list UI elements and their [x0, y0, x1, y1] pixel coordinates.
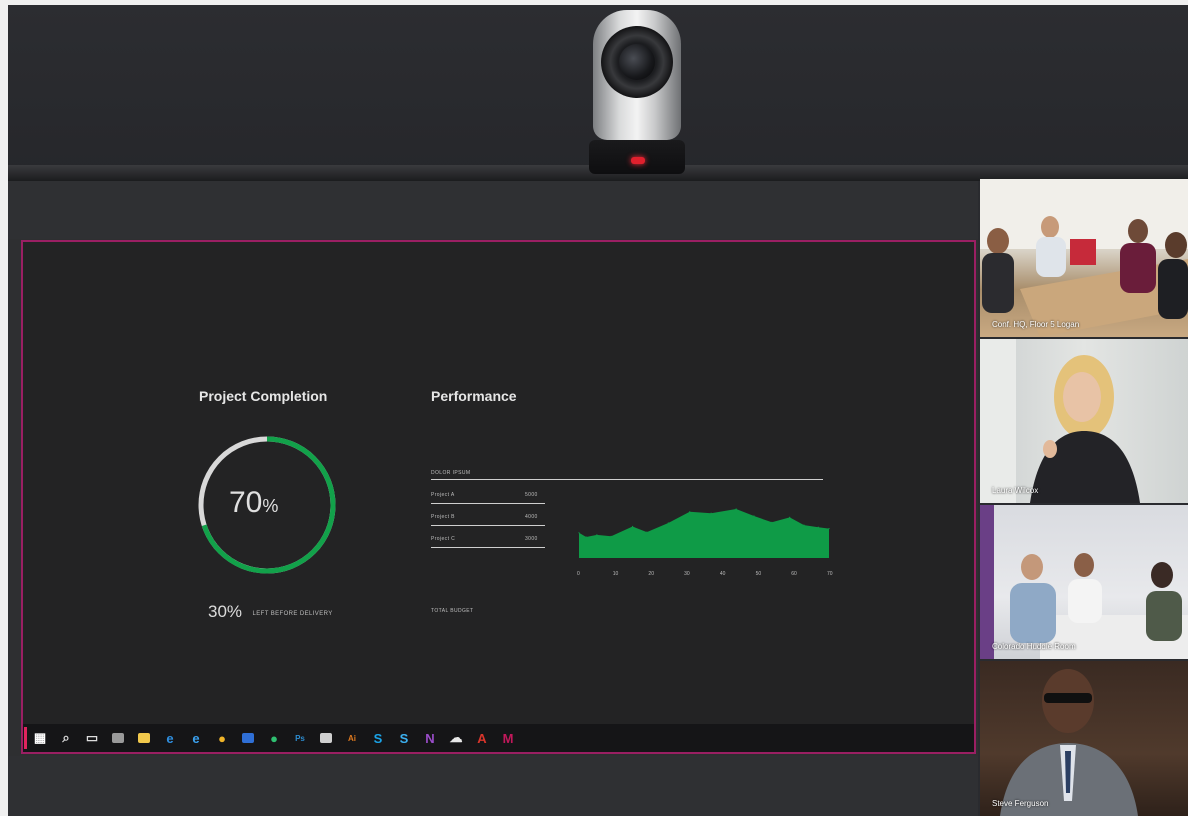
file-explorer-icon[interactable]	[131, 724, 157, 752]
search-icon[interactable]: ⌕	[53, 724, 79, 752]
app-icon[interactable]: M	[495, 724, 521, 752]
area-point	[596, 534, 598, 536]
windows-taskbar: ▦ ⌕ ▭ e e ● ● Ps Ai S S N ☁ A M	[23, 724, 974, 752]
display-screen: Project Completion 70% 30% LEFT BEFORE D…	[8, 181, 978, 816]
area-point	[771, 521, 773, 523]
paint-glyph	[320, 733, 332, 743]
onedrive-icon[interactable]: ☁	[443, 724, 469, 752]
area-point	[735, 508, 737, 510]
photoshop-icon[interactable]: Ps	[287, 724, 313, 752]
tv-bezel-top	[8, 181, 978, 239]
row-value-project-c: 3000	[525, 536, 538, 542]
skype-business-icon[interactable]: S	[391, 724, 417, 752]
row-name-project-c: Project C	[431, 536, 456, 542]
paint-icon[interactable]	[313, 724, 339, 752]
area-point	[828, 528, 830, 530]
participant-name: Colorado Huddle Room	[992, 642, 1076, 651]
chat-icon[interactable]: ●	[261, 724, 287, 752]
camera-lens	[619, 44, 655, 80]
participant-video-hq	[980, 179, 1188, 337]
teams-video-glyph	[242, 733, 254, 743]
performance-area-chart	[578, 508, 830, 558]
x-tick-label: 40	[719, 571, 726, 577]
x-tick-label: 20	[648, 571, 654, 577]
participant-name: Laura Wilcox	[992, 486, 1039, 495]
participant-tile[interactable]: Colorado Huddle Room	[980, 505, 1188, 659]
tv-bezel-bottom	[8, 756, 978, 816]
conference-camera	[583, 10, 691, 175]
room-photo: Project Completion 70% 30% LEFT BEFORE D…	[8, 5, 1188, 816]
area-point	[689, 511, 691, 513]
internet-explorer-icon[interactable]: e	[183, 724, 209, 752]
participant-video-laura	[980, 339, 1140, 503]
area-point	[631, 525, 634, 528]
area-point	[803, 524, 805, 526]
area-series	[579, 509, 829, 558]
row-divider	[431, 525, 545, 526]
x-tick-label: 30	[684, 571, 690, 577]
file-explorer-glyph	[138, 733, 150, 743]
row-divider	[431, 503, 545, 504]
remaining-label: LEFT BEFORE DELIVERY	[252, 611, 333, 617]
x-tick-label: 50	[755, 571, 762, 577]
completion-unit: %	[262, 496, 279, 516]
project-completion-title: Project Completion	[199, 388, 328, 404]
camera-status-light	[631, 157, 645, 164]
skype-icon[interactable]: S	[365, 724, 391, 752]
row-value-project-a: 5000	[525, 492, 538, 498]
participant-tile[interactable]: Conf. HQ, Floor 5 Logan	[980, 179, 1188, 337]
teams-video-icon[interactable]	[235, 724, 261, 752]
participant-tile[interactable]: Laura Wilcox	[980, 339, 1188, 503]
row-name-project-a: Project A	[431, 492, 455, 498]
camera-base	[589, 140, 685, 174]
x-tick-label: 60	[791, 571, 797, 577]
completion-value: 70	[229, 486, 263, 519]
remaining-summary: 30% LEFT BEFORE DELIVERY	[208, 602, 333, 622]
performance-table-header: DOLOR IPSUM	[431, 470, 471, 476]
area-point	[610, 535, 612, 537]
acrobat-icon[interactable]: A	[469, 724, 495, 752]
total-budget-label: TOTAL BUDGET	[431, 608, 474, 614]
area-point	[789, 516, 791, 518]
x-tick-label: 10	[612, 571, 619, 577]
participant-tile[interactable]: Steve Ferguson	[980, 661, 1188, 816]
row-divider	[431, 547, 545, 548]
edge-icon[interactable]: e	[157, 724, 183, 752]
row-value-project-b: 4000	[525, 514, 538, 520]
x-tick-label: 0	[577, 571, 580, 577]
windows-start-icon[interactable]: ▦	[27, 724, 53, 752]
calculator-icon[interactable]	[105, 724, 131, 752]
area-point	[646, 531, 648, 533]
task-view-icon[interactable]: ▭	[79, 724, 105, 752]
area-point	[578, 532, 580, 534]
chrome-icon[interactable]: ●	[209, 724, 235, 752]
shared-presentation[interactable]: Project Completion 70% 30% LEFT BEFORE D…	[21, 240, 976, 754]
area-point	[710, 512, 712, 514]
area-point	[667, 522, 669, 524]
participant-name: Conf. HQ, Floor 5 Logan	[992, 320, 1080, 329]
illustrator-icon[interactable]: Ai	[339, 724, 365, 752]
area-point	[753, 515, 755, 517]
remaining-percentage: 30%	[208, 602, 243, 621]
row-name-project-b: Project B	[431, 514, 455, 520]
performance-title: Performance	[431, 388, 517, 404]
area-point	[585, 536, 587, 538]
participant-video-steve	[1000, 669, 1138, 816]
x-tick-label: 70	[827, 571, 833, 577]
participant-name: Steve Ferguson	[992, 799, 1049, 808]
completion-percentage: 70%	[229, 486, 278, 520]
area-point	[817, 526, 819, 528]
participant-video-colorado	[980, 505, 1188, 659]
calculator-glyph	[112, 733, 124, 743]
onenote-icon[interactable]: N	[417, 724, 443, 752]
